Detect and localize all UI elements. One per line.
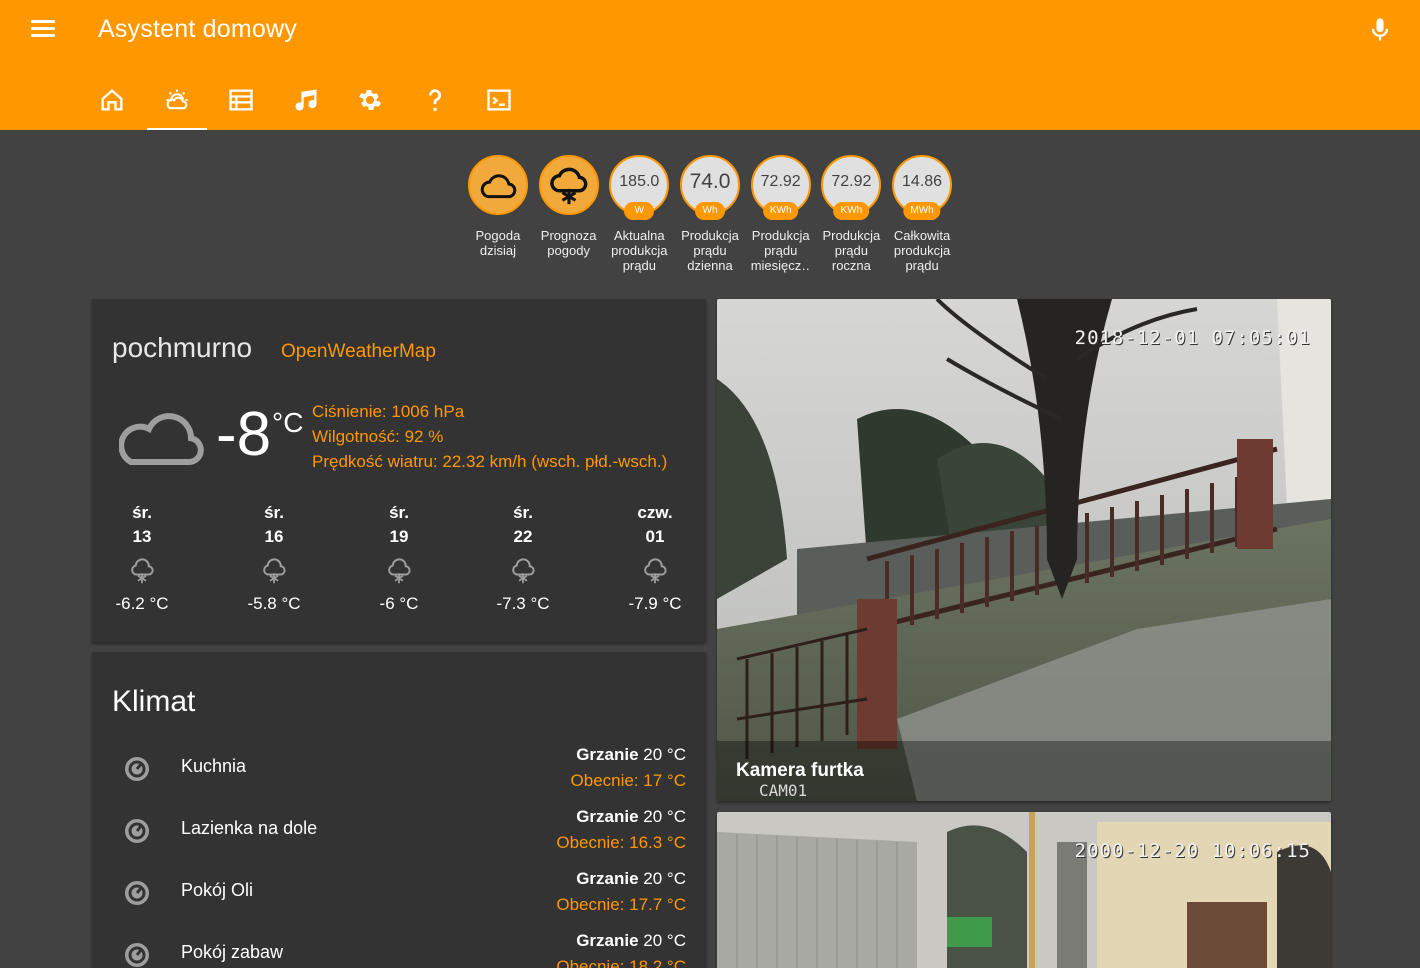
weather-pressure: Ciśnienie: 1006 hPa (312, 402, 465, 421)
forecast-item: śr. 13 -6.2 °C (115, 503, 169, 613)
cloud-icon (119, 413, 204, 465)
cloud-icon (480, 174, 517, 199)
thermostat-icon (125, 819, 149, 843)
gear-icon (359, 89, 382, 111)
camera-image (717, 299, 1331, 801)
snowy-icon (512, 558, 535, 584)
badge-power-yearly[interactable]: 72.92 KWh Produkcja prądu roczna (821, 155, 882, 273)
forecast-item: śr. 16 -5.8 °C (247, 503, 301, 613)
badge-power-total[interactable]: 14.86 MWh Całkowita produkcja prądu (892, 155, 953, 273)
camera-image (717, 812, 1331, 968)
app-toolbar: Asystent domowy (0, 0, 1420, 130)
tab-music[interactable] (274, 70, 339, 130)
weather-attribution: OpenWeatherMap (281, 341, 436, 362)
camera-card-furtka[interactable]: 2018-12-01 07:05:01 Kamera furtka CAM01 (717, 299, 1331, 801)
home-icon (101, 89, 123, 111)
weather-card[interactable]: pochmurno OpenWeatherMap -8 °C Ciśnienie… (92, 299, 706, 642)
tab-weather[interactable] (145, 70, 210, 130)
camera-name: Kamera furtka (736, 760, 864, 781)
snowy-icon (263, 558, 286, 584)
forecast-item: śr. 22 -7.3 °C (496, 503, 550, 613)
climate-title: Klimat (112, 685, 196, 718)
climate-name: Lazienka na dole (181, 818, 318, 838)
snowy-icon (644, 558, 667, 584)
weather-attributes: Ciśnienie: 1006 hPa Wilgotność: 92 % Prę… (312, 399, 667, 474)
camera-card-2[interactable]: 2000-12-20 10:06:15 (717, 812, 1331, 968)
tab-help[interactable] (403, 70, 468, 130)
forecast-item: czw. 01 -7.9 °C (628, 503, 682, 613)
climate-row[interactable]: Pokój Oli Grzanie 20 °C Obecnie: 17.7 °C (92, 864, 706, 926)
app-title: Asystent domowy (98, 15, 297, 43)
climate-card: Klimat Kuchnia Grzanie 20 °C Obecnie: 17… (92, 652, 706, 968)
climate-state: Grzanie 20 °C Obecnie: 18.2 °C (556, 931, 686, 968)
weather-forecast: śr. 13 -6.2 °C śr. 16 -5.8 °C śr. 19 -6 … (92, 501, 706, 621)
badge-weather-today[interactable]: Pogoda dzisiaj (467, 155, 528, 273)
weather-temperature: -8 (216, 400, 272, 469)
climate-name: Kuchnia (181, 756, 247, 776)
thermostat-icon (125, 881, 149, 905)
climate-row[interactable]: Lazienka na dole Grzanie 20 °C Obecnie: … (92, 802, 706, 864)
climate-state: Grzanie 20 °C Obecnie: 17 °C (570, 745, 686, 790)
tab-console[interactable] (467, 70, 532, 130)
camera-timestamp: 2018-12-01 07:05:01 (1074, 327, 1311, 349)
badge-power-current[interactable]: 185.0 W Aktualna produkcja prądu (609, 155, 670, 273)
weather-state: pochmurno (112, 332, 253, 363)
snowy-icon (388, 558, 411, 584)
climate-name: Pokój zabaw (181, 942, 284, 962)
thermostat-icon (125, 757, 149, 781)
badge-power-daily[interactable]: 74.0 Wh Produkcja prądu dzienna (680, 155, 740, 273)
weather-temperature-unit: °C (272, 407, 304, 438)
microphone-icon[interactable] (1366, 14, 1394, 46)
weather-humidity: Wilgotność: 92 % (312, 427, 444, 446)
thermostat-icon (125, 943, 149, 967)
calendar-view-icon (229, 89, 253, 111)
help-icon (428, 89, 441, 112)
camera-id: CAM01 (759, 781, 808, 800)
menu-icon[interactable] (28, 16, 58, 44)
badge-row: Pogoda dzisiaj Prognoza pogody 185.0 W Ak… (0, 155, 1420, 273)
badge-unit: KWh (833, 202, 870, 220)
climate-row[interactable]: Kuchnia Grzanie 20 °C Obecnie: 17 °C (92, 740, 706, 802)
camera-timestamp: 2000-12-20 10:06:15 (1074, 840, 1311, 862)
tab-home[interactable] (80, 70, 145, 130)
badge-unit: Wh (695, 202, 725, 220)
view-tabs (80, 70, 532, 130)
snow-cloud-icon (549, 167, 588, 205)
badge-power-monthly[interactable]: 72.92 KWh Produkcja prądu miesięcz… (750, 155, 811, 273)
climate-state: Grzanie 20 °C Obecnie: 16.3 °C (556, 807, 686, 852)
badge-unit: MWh (903, 202, 941, 220)
tab-calendar[interactable] (209, 70, 274, 130)
snowy-icon (131, 558, 154, 584)
climate-state: Grzanie 20 °C Obecnie: 17.7 °C (556, 869, 686, 914)
tab-settings[interactable] (338, 70, 403, 130)
weather-wind: Prędkość wiatru: 22.32 km/h (wsch. płd.-… (312, 452, 668, 471)
badge-unit: W (624, 202, 655, 220)
climate-name: Pokój Oli (181, 880, 254, 900)
console-icon (487, 89, 511, 111)
climate-row[interactable]: Pokój zabaw Grzanie 20 °C Obecnie: 18.2 … (92, 926, 706, 968)
camera-caption: Kamera furtka (717, 741, 1331, 801)
badge-weather-forecast[interactable]: Prognoza pogody (538, 155, 599, 273)
forecast-item: śr. 19 -6 °C (379, 503, 419, 613)
music-note-icon (295, 89, 317, 111)
badge-unit: KWh (762, 202, 799, 220)
weather-partly-cloudy-icon (166, 89, 188, 110)
